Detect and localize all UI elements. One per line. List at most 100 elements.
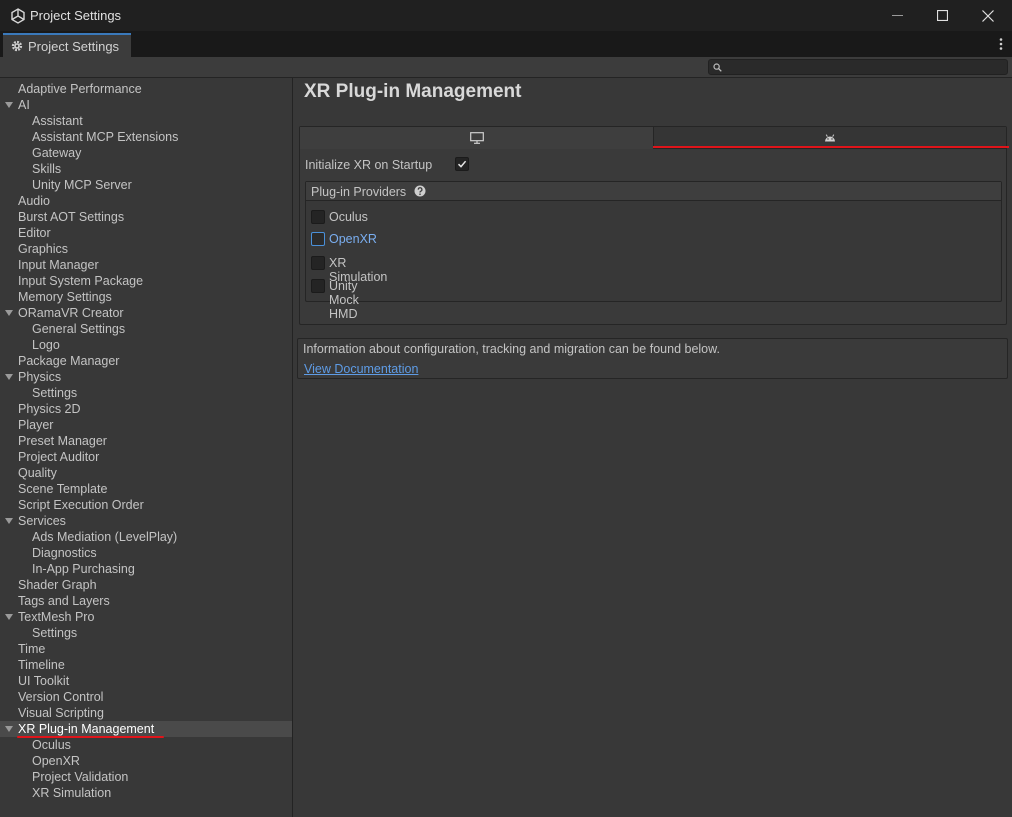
sidebar-item-editor[interactable]: Editor (0, 225, 292, 241)
sidebar-item-scene-template[interactable]: Scene Template (0, 481, 292, 497)
sidebar-item-skills[interactable]: Skills (0, 161, 292, 177)
sidebar-item-label: Player (18, 418, 54, 432)
sidebar-item-label: Tags and Layers (18, 594, 110, 608)
sidebar-item-audio[interactable]: Audio (0, 193, 292, 209)
foldout-arrow-icon[interactable] (5, 518, 13, 524)
more-options-icon[interactable] (999, 37, 1003, 51)
sidebar-item-label: Time (18, 642, 46, 656)
help-icon[interactable] (414, 185, 426, 197)
sidebar-item-diagnostics[interactable]: Diagnostics (0, 545, 292, 561)
info-text: Information about configuration, trackin… (303, 342, 720, 356)
sidebar-item-label: TextMesh Pro (18, 610, 95, 624)
foldout-arrow-icon[interactable] (5, 726, 13, 732)
sidebar-item-burst-aot-settings[interactable]: Burst AOT Settings (0, 209, 292, 225)
unity-logo-icon (11, 8, 25, 24)
sidebar-item-project-auditor[interactable]: Project Auditor (0, 449, 292, 465)
sidebar-item-graphics[interactable]: Graphics (0, 241, 292, 257)
sidebar-item-general-settings[interactable]: General Settings (0, 321, 292, 337)
maximize-button[interactable] (919, 0, 965, 31)
sidebar-item-ai[interactable]: AI (0, 97, 292, 113)
sidebar-item-label: Project Auditor (18, 450, 100, 464)
sidebar-item-physics[interactable]: Physics (0, 369, 292, 385)
sidebar-item-label: AI (18, 98, 30, 112)
sidebar-item-in-app-purchasing[interactable]: In-App Purchasing (0, 561, 292, 577)
sidebar-item-label: UI Toolkit (18, 674, 70, 688)
sidebar-item-input-system-package[interactable]: Input System Package (0, 273, 292, 289)
sidebar-item-physics-2d[interactable]: Physics 2D (0, 401, 292, 417)
sidebar-item-time[interactable]: Time (0, 641, 292, 657)
sidebar-item-services[interactable]: Services (0, 513, 292, 529)
tab-project-settings[interactable]: Project Settings (3, 33, 131, 57)
sidebar-item-assistant-mcp-extensions[interactable]: Assistant MCP Extensions (0, 129, 292, 145)
sidebar-item-project-validation[interactable]: Project Validation (0, 769, 292, 785)
sidebar-item-adaptive-performance[interactable]: Adaptive Performance (0, 81, 292, 97)
android-icon (825, 133, 835, 141)
sidebar-item-memory-settings[interactable]: Memory Settings (0, 289, 292, 305)
sidebar-item-visual-scripting[interactable]: Visual Scripting (0, 705, 292, 721)
provider-oculus-checkbox[interactable] (311, 210, 325, 224)
sidebar-item-label: Unity MCP Server (32, 178, 132, 192)
settings-category-list: Adaptive Performance AI Assistant Assistant… (0, 78, 293, 817)
window-title: Project Settings (30, 8, 122, 23)
desktop-monitor-icon (469, 132, 484, 144)
sidebar-item-label: Gateway (32, 146, 82, 160)
foldout-arrow-icon[interactable] (5, 102, 13, 108)
sidebar-item-timeline[interactable]: Timeline (0, 657, 292, 673)
sidebar-item-version-control[interactable]: Version Control (0, 689, 292, 705)
sidebar-item-ui-toolkit[interactable]: UI Toolkit (0, 673, 292, 689)
view-documentation-link[interactable]: View Documentation (304, 362, 418, 376)
sidebar-item-settings[interactable]: Settings (0, 625, 292, 641)
plugin-providers-group: Plug-in Providers Oculus OpenXR XR Simul… (305, 181, 1002, 321)
sidebar-item-settings[interactable]: Settings (0, 385, 292, 401)
sidebar-item-input-manager[interactable]: Input Manager (0, 257, 292, 273)
sidebar-item-label: Graphics (18, 242, 69, 256)
sidebar-item-quality[interactable]: Quality (0, 465, 292, 481)
foldout-arrow-icon[interactable] (5, 310, 13, 316)
search-field[interactable] (708, 59, 1008, 75)
close-button[interactable] (965, 0, 1011, 31)
init-on-startup-checkbox[interactable] (455, 157, 469, 171)
minimize-button[interactable] (874, 0, 920, 31)
sidebar-item-label: Diagnostics (32, 546, 97, 560)
sidebar-item-label: Memory Settings (18, 290, 112, 304)
sidebar-item-label: Assistant MCP Extensions (32, 130, 179, 144)
sidebar-item-logo[interactable]: Logo (0, 337, 292, 353)
provider-unity-mock-hmd-checkbox[interactable] (311, 279, 325, 293)
foldout-arrow-icon[interactable] (5, 374, 13, 380)
sidebar-item-preset-manager[interactable]: Preset Manager (0, 433, 292, 449)
sidebar-item-xr-simulation[interactable]: XR Simulation (0, 785, 292, 801)
sidebar-item-oculus[interactable]: Oculus (0, 737, 292, 753)
provider-xr-simulation-checkbox[interactable] (311, 256, 325, 270)
sidebar-item-shader-graph[interactable]: Shader Graph (0, 577, 292, 593)
provider-openxr-checkbox[interactable] (311, 232, 325, 246)
sidebar-item-label: Physics 2D (18, 402, 81, 416)
sidebar-item-label: Preset Manager (18, 434, 107, 448)
search-input[interactable] (725, 60, 1005, 74)
sidebar-item-label: Scene Template (18, 482, 108, 496)
sidebar-item-openxr[interactable]: OpenXR (0, 753, 292, 769)
provider-oculus-label: Oculus (329, 210, 368, 224)
sidebar-item-gateway[interactable]: Gateway (0, 145, 292, 161)
sidebar-item-package-manager[interactable]: Package Manager (0, 353, 292, 369)
sidebar-item-ads-mediation-levelplay[interactable]: Ads Mediation (LevelPlay) (0, 529, 292, 545)
foldout-arrow-icon[interactable] (5, 614, 13, 620)
sidebar-item-label: OpenXR (32, 754, 80, 768)
sidebar-item-tags-and-layers[interactable]: Tags and Layers (0, 593, 292, 609)
sidebar-item-player[interactable]: Player (0, 417, 292, 433)
sidebar-item-label: Quality (18, 466, 57, 480)
sidebar-item-script-execution-order[interactable]: Script Execution Order (0, 497, 292, 513)
sidebar-item-xr-plug-in-management[interactable]: XR Plug-in Management (0, 721, 292, 738)
minimize-icon (891, 15, 903, 16)
sidebar-item-unity-mcp-server[interactable]: Unity MCP Server (0, 177, 292, 193)
maximize-icon (936, 10, 948, 21)
tab-standalone[interactable] (300, 127, 654, 149)
sidebar-item-label: Timeline (18, 658, 65, 672)
android-tab-highlight (653, 146, 1009, 148)
settings-content: XR Plug-in Management Initialize XR on S… (294, 78, 1012, 817)
sidebar-item-textmesh-pro[interactable]: TextMesh Pro (0, 609, 292, 625)
provider-openxr-label: OpenXR (329, 232, 377, 246)
sidebar-item-assistant[interactable]: Assistant (0, 113, 292, 129)
sidebar-item-oramavr-creator[interactable]: ORamaVR Creator (0, 305, 292, 321)
sidebar-item-label: Skills (32, 162, 62, 176)
sidebar-item-label: Project Validation (32, 770, 129, 784)
